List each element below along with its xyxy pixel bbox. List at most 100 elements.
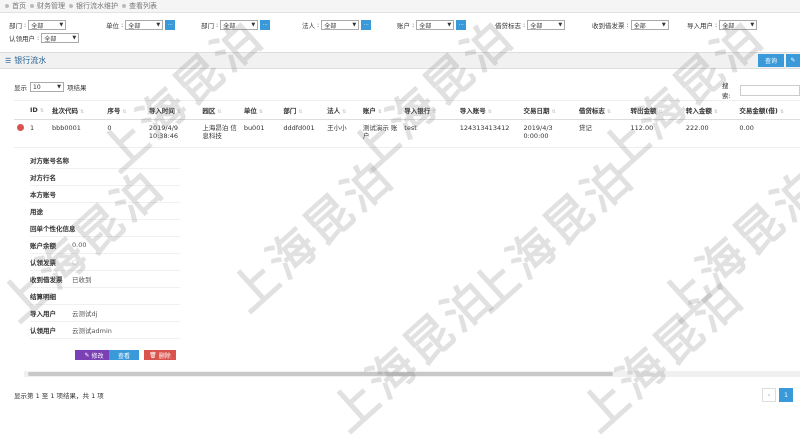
horizontal-scrollbar[interactable]: [24, 371, 800, 377]
cell-debit-credit: 贷记: [575, 119, 628, 148]
table-row[interactable]: 1 bbb0001 0 2019/4/9 10:38:46 上海昂泊 信息科技 …: [14, 119, 800, 148]
filter-account-select[interactable]: 全部 ▼: [416, 20, 455, 30]
cell-id: 1: [27, 119, 49, 148]
home-icon: [5, 4, 9, 8]
filter-invoice-select[interactable]: 全部 ▼: [630, 20, 669, 30]
length-prefix: 显示: [14, 84, 27, 92]
filter-debit-credit: 借贷标志: 全部 ▼: [495, 20, 566, 30]
breadcrumb-home[interactable]: 首页: [12, 1, 26, 11]
col-import-bank[interactable]: 导入银行 ⇅: [401, 100, 457, 120]
col-id[interactable]: ID ⇅: [27, 100, 49, 120]
filter-account: 账户: 全部 ▼…: [397, 20, 467, 30]
table-search: 搜索:: [722, 80, 800, 100]
page-length-select[interactable]: 10 ▼: [30, 82, 64, 92]
detail-row: 用途: [30, 203, 180, 220]
col-debit-credit[interactable]: 借贷标志 ⇅: [575, 100, 628, 120]
detail-row: 收到借发票 已收到: [30, 271, 180, 288]
cell-in-amount: 222.00: [682, 119, 737, 148]
watermark: 上海昆泊: [219, 148, 405, 323]
filter-legal-select[interactable]: 全部 ▼: [321, 20, 360, 30]
col-seq[interactable]: 序号 ⇅: [104, 100, 146, 120]
col-in-amount[interactable]: 转入金额 ⇅: [682, 100, 737, 120]
page-title: 银行流水: [14, 56, 47, 65]
filter-claim-user-select[interactable]: 全部 ▼: [41, 33, 80, 43]
filter-unit-select[interactable]: 全部 ▼: [125, 20, 164, 30]
col-park[interactable]: 园区 ⇅: [199, 100, 241, 120]
col-trade-amount[interactable]: 交易金额(借) ⇅: [736, 100, 800, 120]
table-info: 显示第 1 至 1 项结果，共 1 项: [14, 392, 104, 400]
account-picker-button[interactable]: …: [456, 20, 467, 30]
detail-row: 认领发票 ○: [30, 254, 180, 271]
pencil-icon[interactable]: ✎: [786, 54, 800, 67]
checkbox-icon: ○: [72, 258, 78, 266]
detail-row: 对方账号名称: [30, 152, 180, 169]
filter-label: 收到借发票: [592, 22, 625, 30]
filter-invoice: 收到借发票: 全部 ▼: [592, 20, 669, 30]
breadcrumb-bank-flow[interactable]: 银行流水维护: [76, 1, 118, 11]
detail-row: 认领用户 云测试admin: [30, 322, 180, 339]
expand-row-button[interactable]: [14, 119, 27, 148]
col-department[interactable]: 部门 ⇅: [280, 100, 325, 120]
expand-col-header: [14, 100, 27, 120]
col-import-time[interactable]: 导入时间 ⇅: [145, 100, 200, 120]
breadcrumb-finance[interactable]: 财务管理: [37, 1, 65, 11]
detail-row: 结算明细: [30, 288, 180, 305]
col-batch[interactable]: 批次代码 ⇅: [48, 100, 105, 120]
search-input[interactable]: [740, 84, 800, 96]
filter-department: 部门: 全部 ▼…: [201, 20, 271, 30]
detail-row: 本方账号: [30, 186, 180, 203]
view-button[interactable]: 查看: [109, 350, 139, 360]
cell-import-time: 2019/4/9 10:38:46: [145, 119, 200, 148]
filter-label: 单位: [106, 22, 119, 30]
cell-unit: bu001: [240, 119, 281, 148]
detail-row: 对方行名: [30, 169, 180, 186]
breadcrumb-list: 查看列表: [129, 2, 157, 10]
col-account[interactable]: 账户 ⇅: [359, 100, 402, 120]
cell-account: 测试演示 账户: [359, 119, 402, 148]
filter-debit-credit-select[interactable]: 全部 ▼: [527, 20, 566, 30]
cell-trade-date: 2019/4/3 0:00:00: [520, 119, 576, 148]
panel-header: ☰ 银行流水: [0, 52, 800, 69]
breadcrumb-separator-icon: [69, 4, 73, 8]
filter-department-select[interactable]: 全部 ▼: [220, 20, 259, 30]
scrollbar-thumb[interactable]: [28, 372, 613, 376]
search-label: 搜索:: [722, 82, 731, 100]
col-trade-date[interactable]: 交易日期 ⇅: [520, 100, 576, 120]
filter-label: 借贷标志: [495, 22, 521, 30]
filter-label: 法人: [302, 22, 315, 30]
edit-button[interactable]: ✎ 修改: [75, 350, 113, 360]
length-suffix: 项结果: [67, 84, 87, 92]
cell-trade-amount: 0.00: [736, 119, 800, 148]
unit-picker-button[interactable]: …: [165, 20, 176, 30]
filter-dept-select[interactable]: 全部 ▼: [28, 20, 67, 30]
delete-button[interactable]: 🗑 删除: [144, 350, 176, 360]
prev-page-button[interactable]: ‹: [762, 388, 776, 402]
detail-row: 回单个性化信息: [30, 220, 180, 237]
query-button[interactable]: 查询: [758, 54, 784, 67]
cell-legal: 王小小: [324, 119, 360, 148]
breadcrumb: 首页 财务管理 银行流水维护 查看列表: [0, 0, 800, 13]
filter-label: 部门: [9, 22, 22, 30]
filter-label: 认领用户: [9, 35, 35, 43]
filter-label: 部门: [201, 22, 214, 30]
col-unit[interactable]: 单位 ⇅: [240, 100, 281, 120]
col-out-amount[interactable]: 转出金额 ⇅: [627, 100, 683, 120]
detail-row: 导入用户 云测试dj: [30, 305, 180, 322]
filter-import-user: 导入用户: 全部 ▼: [687, 20, 758, 30]
collapse-icon[interactable]: [17, 124, 24, 131]
filter-legal: 法人: 全部 ▼…: [302, 20, 372, 30]
col-legal[interactable]: 法人 ⇅: [324, 100, 360, 120]
cell-department: dddfd001: [280, 119, 325, 148]
department-picker-button[interactable]: …: [260, 20, 271, 30]
filter-label: 账户: [397, 22, 410, 30]
cell-park: 上海昂泊 信息科技: [199, 119, 241, 148]
filter-claim-user: 认领用户: 全部 ▼: [9, 33, 80, 43]
page-1-button[interactable]: 1: [779, 388, 793, 402]
legal-picker-button[interactable]: …: [361, 20, 372, 30]
watermark: 上海昆泊: [649, 158, 800, 333]
filter-dept: 部门: 全部 ▼: [9, 20, 67, 30]
trash-icon: 🗑: [149, 351, 157, 359]
filter-import-user-select[interactable]: 全部 ▼: [719, 20, 758, 30]
cell-batch: bbb0001: [48, 119, 105, 148]
col-import-account[interactable]: 导入账号 ⇅: [456, 100, 521, 120]
